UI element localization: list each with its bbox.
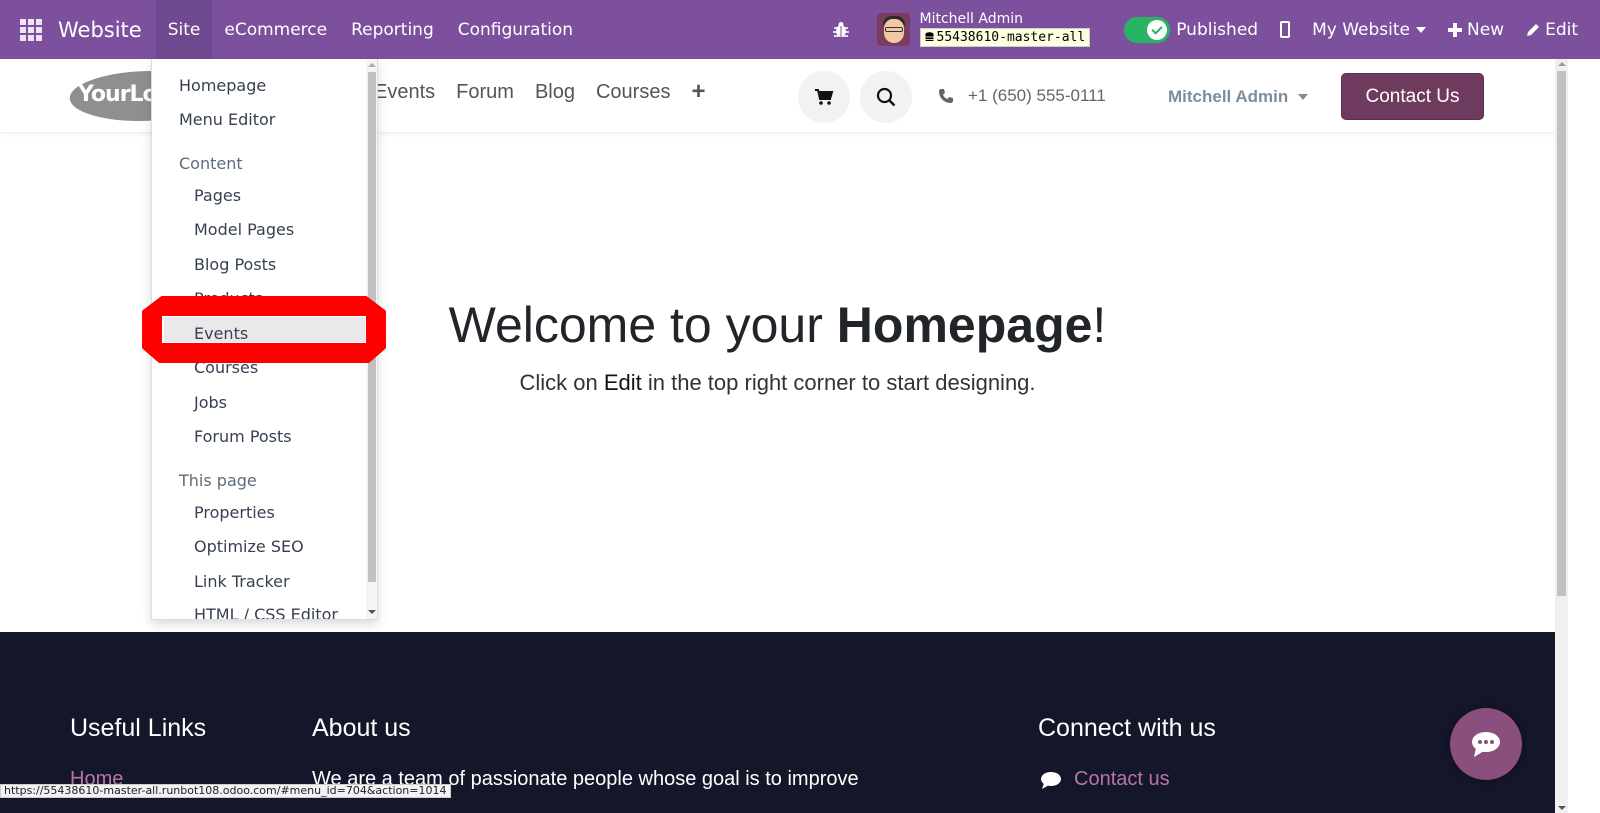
menu-site[interactable]: Site bbox=[155, 0, 213, 59]
edit-button-label: Edit bbox=[1545, 19, 1578, 40]
new-button-label: New bbox=[1466, 19, 1505, 40]
database-badge: 55438610-master-all bbox=[919, 28, 1091, 47]
user-avatar[interactable] bbox=[876, 13, 910, 46]
site-nav: Events Forum Blog Courses + bbox=[374, 78, 705, 106]
footer-link-contact-us[interactable]: Contact us bbox=[1074, 768, 1170, 791]
footer-useful-links-heading: Useful Links bbox=[70, 714, 207, 742]
website-switcher-label: My Website bbox=[1312, 19, 1410, 40]
edit-button[interactable]: Edit bbox=[1526, 20, 1578, 40]
site-nav-courses[interactable]: Courses bbox=[596, 81, 670, 106]
dropdown-item-optimize-seo[interactable]: Optimize SEO bbox=[194, 537, 304, 556]
page-scrollbar[interactable] bbox=[1555, 59, 1568, 813]
pencil-icon bbox=[1527, 23, 1540, 36]
dropdown-item-pages[interactable]: Pages bbox=[194, 186, 241, 205]
right-gutter bbox=[1568, 59, 1600, 813]
scroll-down-arrow-icon[interactable] bbox=[1558, 806, 1566, 810]
cart-icon bbox=[815, 89, 834, 105]
annotation-highlight-box bbox=[142, 296, 386, 363]
dropdown-item-homepage[interactable]: Homepage bbox=[179, 76, 266, 95]
navbar-right: Mitchell Admin 55438610-master-all Publi… bbox=[831, 0, 1600, 59]
site-nav-forum[interactable]: Forum bbox=[456, 81, 514, 106]
user-name: Mitchell Admin bbox=[919, 11, 1024, 27]
site-user-dropdown[interactable]: Mitchell Admin bbox=[1168, 87, 1309, 107]
cart-button[interactable] bbox=[798, 71, 850, 123]
plus-icon bbox=[1447, 22, 1462, 37]
footer-connect-heading: Connect with us bbox=[1038, 714, 1216, 742]
dropdown-item-blog-posts[interactable]: Blog Posts bbox=[194, 255, 276, 274]
dropdown-item-properties[interactable]: Properties bbox=[194, 503, 275, 522]
database-icon bbox=[925, 32, 933, 41]
app-menu-grid-icon[interactable] bbox=[20, 18, 60, 41]
scroll-up-arrow-icon[interactable] bbox=[368, 63, 376, 67]
scroll-down-arrow-icon[interactable] bbox=[368, 610, 376, 614]
website-switcher[interactable]: My Website bbox=[1312, 20, 1426, 40]
dropdown-item-jobs[interactable]: Jobs bbox=[194, 393, 227, 412]
chat-bubble-icon bbox=[1472, 732, 1500, 757]
search-button[interactable] bbox=[860, 71, 912, 123]
publish-toggle[interactable] bbox=[1124, 16, 1171, 43]
database-name: 55438610-master-all bbox=[936, 30, 1086, 45]
user-menu[interactable]: Mitchell Admin 55438610-master-all bbox=[919, 11, 1091, 47]
footer-about-heading: About us bbox=[312, 714, 411, 742]
dropdown-header-content: Content bbox=[179, 154, 243, 173]
browser-status-url: https://55438610-master-all.runbot108.od… bbox=[0, 784, 451, 798]
dropdown-item-html-css-editor[interactable]: HTML / CSS Editor bbox=[194, 605, 338, 619]
menu-reporting[interactable]: Reporting bbox=[339, 0, 446, 59]
check-icon bbox=[1147, 19, 1168, 40]
mobile-preview-icon[interactable] bbox=[1280, 21, 1291, 38]
menu-ecommerce[interactable]: eCommerce bbox=[212, 0, 339, 59]
comment-icon bbox=[1041, 772, 1061, 789]
dropdown-item-forum-posts[interactable]: Forum Posts bbox=[194, 427, 292, 446]
page-scrollbar-thumb[interactable] bbox=[1557, 71, 1566, 596]
site-nav-events[interactable]: Events bbox=[374, 81, 435, 106]
add-menu-plus-icon[interactable]: + bbox=[691, 78, 705, 106]
phone-icon bbox=[939, 89, 953, 103]
main-menu: Site eCommerce Reporting Configuration bbox=[155, 0, 585, 59]
caret-down-icon bbox=[1298, 94, 1309, 100]
site-nav-blog[interactable]: Blog bbox=[535, 81, 575, 106]
search-icon bbox=[876, 87, 896, 107]
odoo-navbar: Website Site eCommerce Reporting Configu… bbox=[0, 0, 1600, 59]
app-name[interactable]: Website bbox=[58, 18, 142, 42]
phone-number: +1 (650) 555-0111 bbox=[968, 86, 1106, 105]
publish-label[interactable]: Published bbox=[1176, 20, 1258, 40]
dropdown-item-model-pages[interactable]: Model Pages bbox=[194, 220, 294, 239]
dropdown-item-menu-editor[interactable]: Menu Editor bbox=[179, 110, 275, 129]
caret-down-icon bbox=[1415, 26, 1426, 33]
livechat-button[interactable] bbox=[1450, 708, 1522, 780]
debug-bug-icon[interactable] bbox=[831, 20, 851, 40]
site-user-name: Mitchell Admin bbox=[1168, 87, 1289, 106]
scroll-up-arrow-icon[interactable] bbox=[1558, 62, 1566, 66]
dropdown-header-this-page: This page bbox=[179, 471, 257, 490]
contact-us-button[interactable]: Contact Us bbox=[1341, 73, 1484, 120]
menu-configuration[interactable]: Configuration bbox=[446, 0, 585, 59]
dropdown-item-link-tracker[interactable]: Link Tracker bbox=[194, 572, 290, 591]
new-button[interactable]: New bbox=[1447, 19, 1505, 40]
phone-link[interactable]: +1 (650) 555-0111 bbox=[938, 86, 1106, 106]
